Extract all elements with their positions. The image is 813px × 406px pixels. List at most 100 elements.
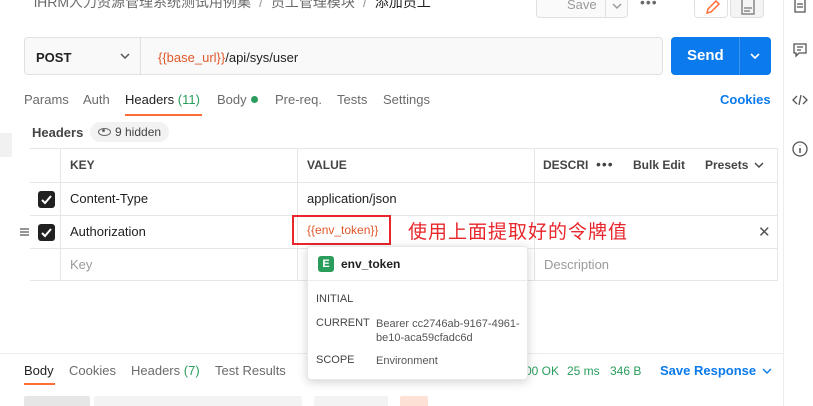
- chevron-down-icon: [612, 3, 622, 10]
- drag-handle-icon[interactable]: [19, 227, 30, 237]
- pencil-icon: [705, 0, 721, 15]
- view-button[interactable]: [24, 396, 90, 406]
- left-panel-edge: [0, 133, 12, 157]
- chevron-down-icon: [120, 53, 130, 60]
- hidden-headers-toggle[interactable]: 9 hidden: [90, 122, 170, 142]
- current-value[interactable]: Bearer cc2746ab-9167-4961-be10-aca59cfad…: [376, 317, 521, 345]
- table-row: Content-Type application/json: [30, 183, 778, 216]
- table-row: Authorization ✕: [20, 216, 778, 249]
- breadcrumb: iHRM人力资源管理系统测试用例集 / 员工管理模块 / 添加员工: [34, 0, 431, 12]
- breadcrumb-request[interactable]: 添加员工: [375, 0, 431, 10]
- save-response-button[interactable]: Save Response: [660, 363, 772, 378]
- save-dropdown-button[interactable]: [605, 0, 627, 17]
- cookies-link[interactable]: Cookies: [720, 92, 771, 107]
- comment-icon[interactable]: [792, 42, 808, 58]
- format-selector[interactable]: [94, 396, 302, 406]
- top-bar: iHRM人力资源管理系统测试用例集 / 员工管理模块 / 添加员工 Save •••: [0, 0, 783, 20]
- column-header-description: DESCRI: [543, 158, 589, 172]
- variable-name: env_token: [341, 257, 401, 271]
- tab-headers-count: (11): [177, 92, 200, 107]
- header-key-cell[interactable]: Authorization: [70, 224, 146, 239]
- row-enabled-checkbox[interactable]: [38, 224, 55, 241]
- header-key-cell[interactable]: Content-Type: [70, 191, 148, 206]
- chevron-down-icon: [754, 162, 764, 168]
- response-toolbar: [24, 396, 428, 406]
- check-icon: [41, 228, 52, 238]
- save-label: Save: [567, 0, 597, 12]
- close-icon[interactable]: ✕: [758, 223, 771, 241]
- response-tab-headers[interactable]: Headers (7): [131, 363, 200, 378]
- eye-icon: [98, 128, 111, 136]
- tab-headers-label: Headers: [125, 92, 175, 107]
- edit-button[interactable]: [694, 0, 728, 18]
- tab-auth[interactable]: Auth: [83, 92, 110, 107]
- response-tab-test-results[interactable]: Test Results: [215, 363, 286, 378]
- tooltip-divider: [308, 280, 527, 281]
- response-tab-cookies[interactable]: Cookies: [69, 363, 116, 378]
- code-icon[interactable]: [792, 92, 808, 108]
- initial-label: INITIAL: [316, 293, 354, 305]
- tab-body-label: Body: [217, 92, 247, 107]
- save-button[interactable]: Save: [536, 0, 628, 18]
- url-variable[interactable]: {{base_url}}: [158, 50, 225, 65]
- info-icon[interactable]: [792, 141, 808, 157]
- response-tab-headers-label: Headers: [131, 363, 181, 378]
- bulk-edit-button[interactable]: Bulk Edit: [633, 158, 685, 172]
- scope-label: SCOPE: [316, 354, 355, 366]
- table-header-row: KEY VALUE DESCRI ••• Bulk Edit Presets: [30, 149, 778, 183]
- tab-headers[interactable]: Headers (11): [125, 92, 200, 107]
- new-description-input[interactable]: Description: [544, 257, 609, 272]
- breadcrumb-folder[interactable]: 员工管理模块: [271, 0, 355, 10]
- chevron-down-icon[interactable]: [749, 51, 761, 61]
- tab-body[interactable]: Body: [217, 92, 258, 107]
- headers-section-title: Headers: [32, 125, 84, 140]
- row-enabled-checkbox[interactable]: [38, 191, 55, 208]
- request-url-bar: POST {{base_url}}/api/sys/user: [24, 37, 663, 75]
- response-tab-headers-count: (7): [183, 363, 200, 378]
- url-path: /api/sys/user: [225, 50, 299, 65]
- highlight-box: [292, 215, 391, 245]
- response-time[interactable]: 25 ms: [567, 364, 600, 378]
- column-options-button[interactable]: •••: [596, 156, 614, 172]
- tab-tests[interactable]: Tests: [337, 92, 367, 107]
- breadcrumb-separator: /: [362, 0, 367, 10]
- document-icon[interactable]: [792, 0, 808, 16]
- presets-dropdown[interactable]: Presets: [705, 158, 764, 172]
- right-sidebar: [783, 0, 813, 406]
- url-input[interactable]: {{base_url}}/api/sys/user: [158, 50, 298, 65]
- method-label: POST: [36, 50, 72, 65]
- active-tab-indicator: [24, 383, 55, 385]
- breadcrumb-separator: /: [259, 0, 263, 10]
- active-tab-indicator: [125, 114, 202, 116]
- variable-tooltip: E env_token INITIAL CURRENT Bearer cc274…: [307, 246, 528, 380]
- presets-label: Presets: [705, 158, 749, 172]
- tab-params[interactable]: Params: [24, 92, 69, 107]
- tab-prereq[interactable]: Pre-req.: [275, 92, 322, 107]
- response-size[interactable]: 346 B: [610, 364, 641, 378]
- response-status[interactable]: 00 OK: [525, 364, 559, 378]
- breadcrumb-collection[interactable]: iHRM人力资源管理系统测试用例集: [34, 0, 251, 10]
- document-icon: [741, 0, 755, 15]
- method-select[interactable]: POST: [25, 38, 141, 74]
- new-key-input[interactable]: Key: [70, 257, 92, 272]
- status-dot: [250, 96, 258, 103]
- scope-value: Environment: [376, 355, 438, 367]
- save-response-label: Save Response: [660, 363, 757, 378]
- environment-badge: E: [318, 256, 334, 272]
- response-tab-body[interactable]: Body: [24, 363, 54, 378]
- tab-settings[interactable]: Settings: [383, 92, 430, 107]
- chevron-down-icon: [762, 368, 772, 374]
- annotation-text: 使用上面提取好的令牌值: [408, 221, 629, 243]
- wrap-button[interactable]: [400, 396, 428, 406]
- current-label: CURRENT: [316, 317, 370, 329]
- check-icon: [41, 195, 52, 205]
- hidden-count: 9 hidden: [115, 125, 162, 139]
- documentation-button[interactable]: [730, 0, 764, 18]
- column-header-key: KEY: [70, 158, 95, 172]
- more-options-button[interactable]: •••: [640, 0, 658, 10]
- send-button[interactable]: Send: [671, 37, 771, 75]
- json-selector[interactable]: [314, 396, 388, 406]
- send-divider: [739, 37, 740, 75]
- send-label: Send: [687, 47, 724, 64]
- header-value-cell[interactable]: application/json: [307, 191, 397, 206]
